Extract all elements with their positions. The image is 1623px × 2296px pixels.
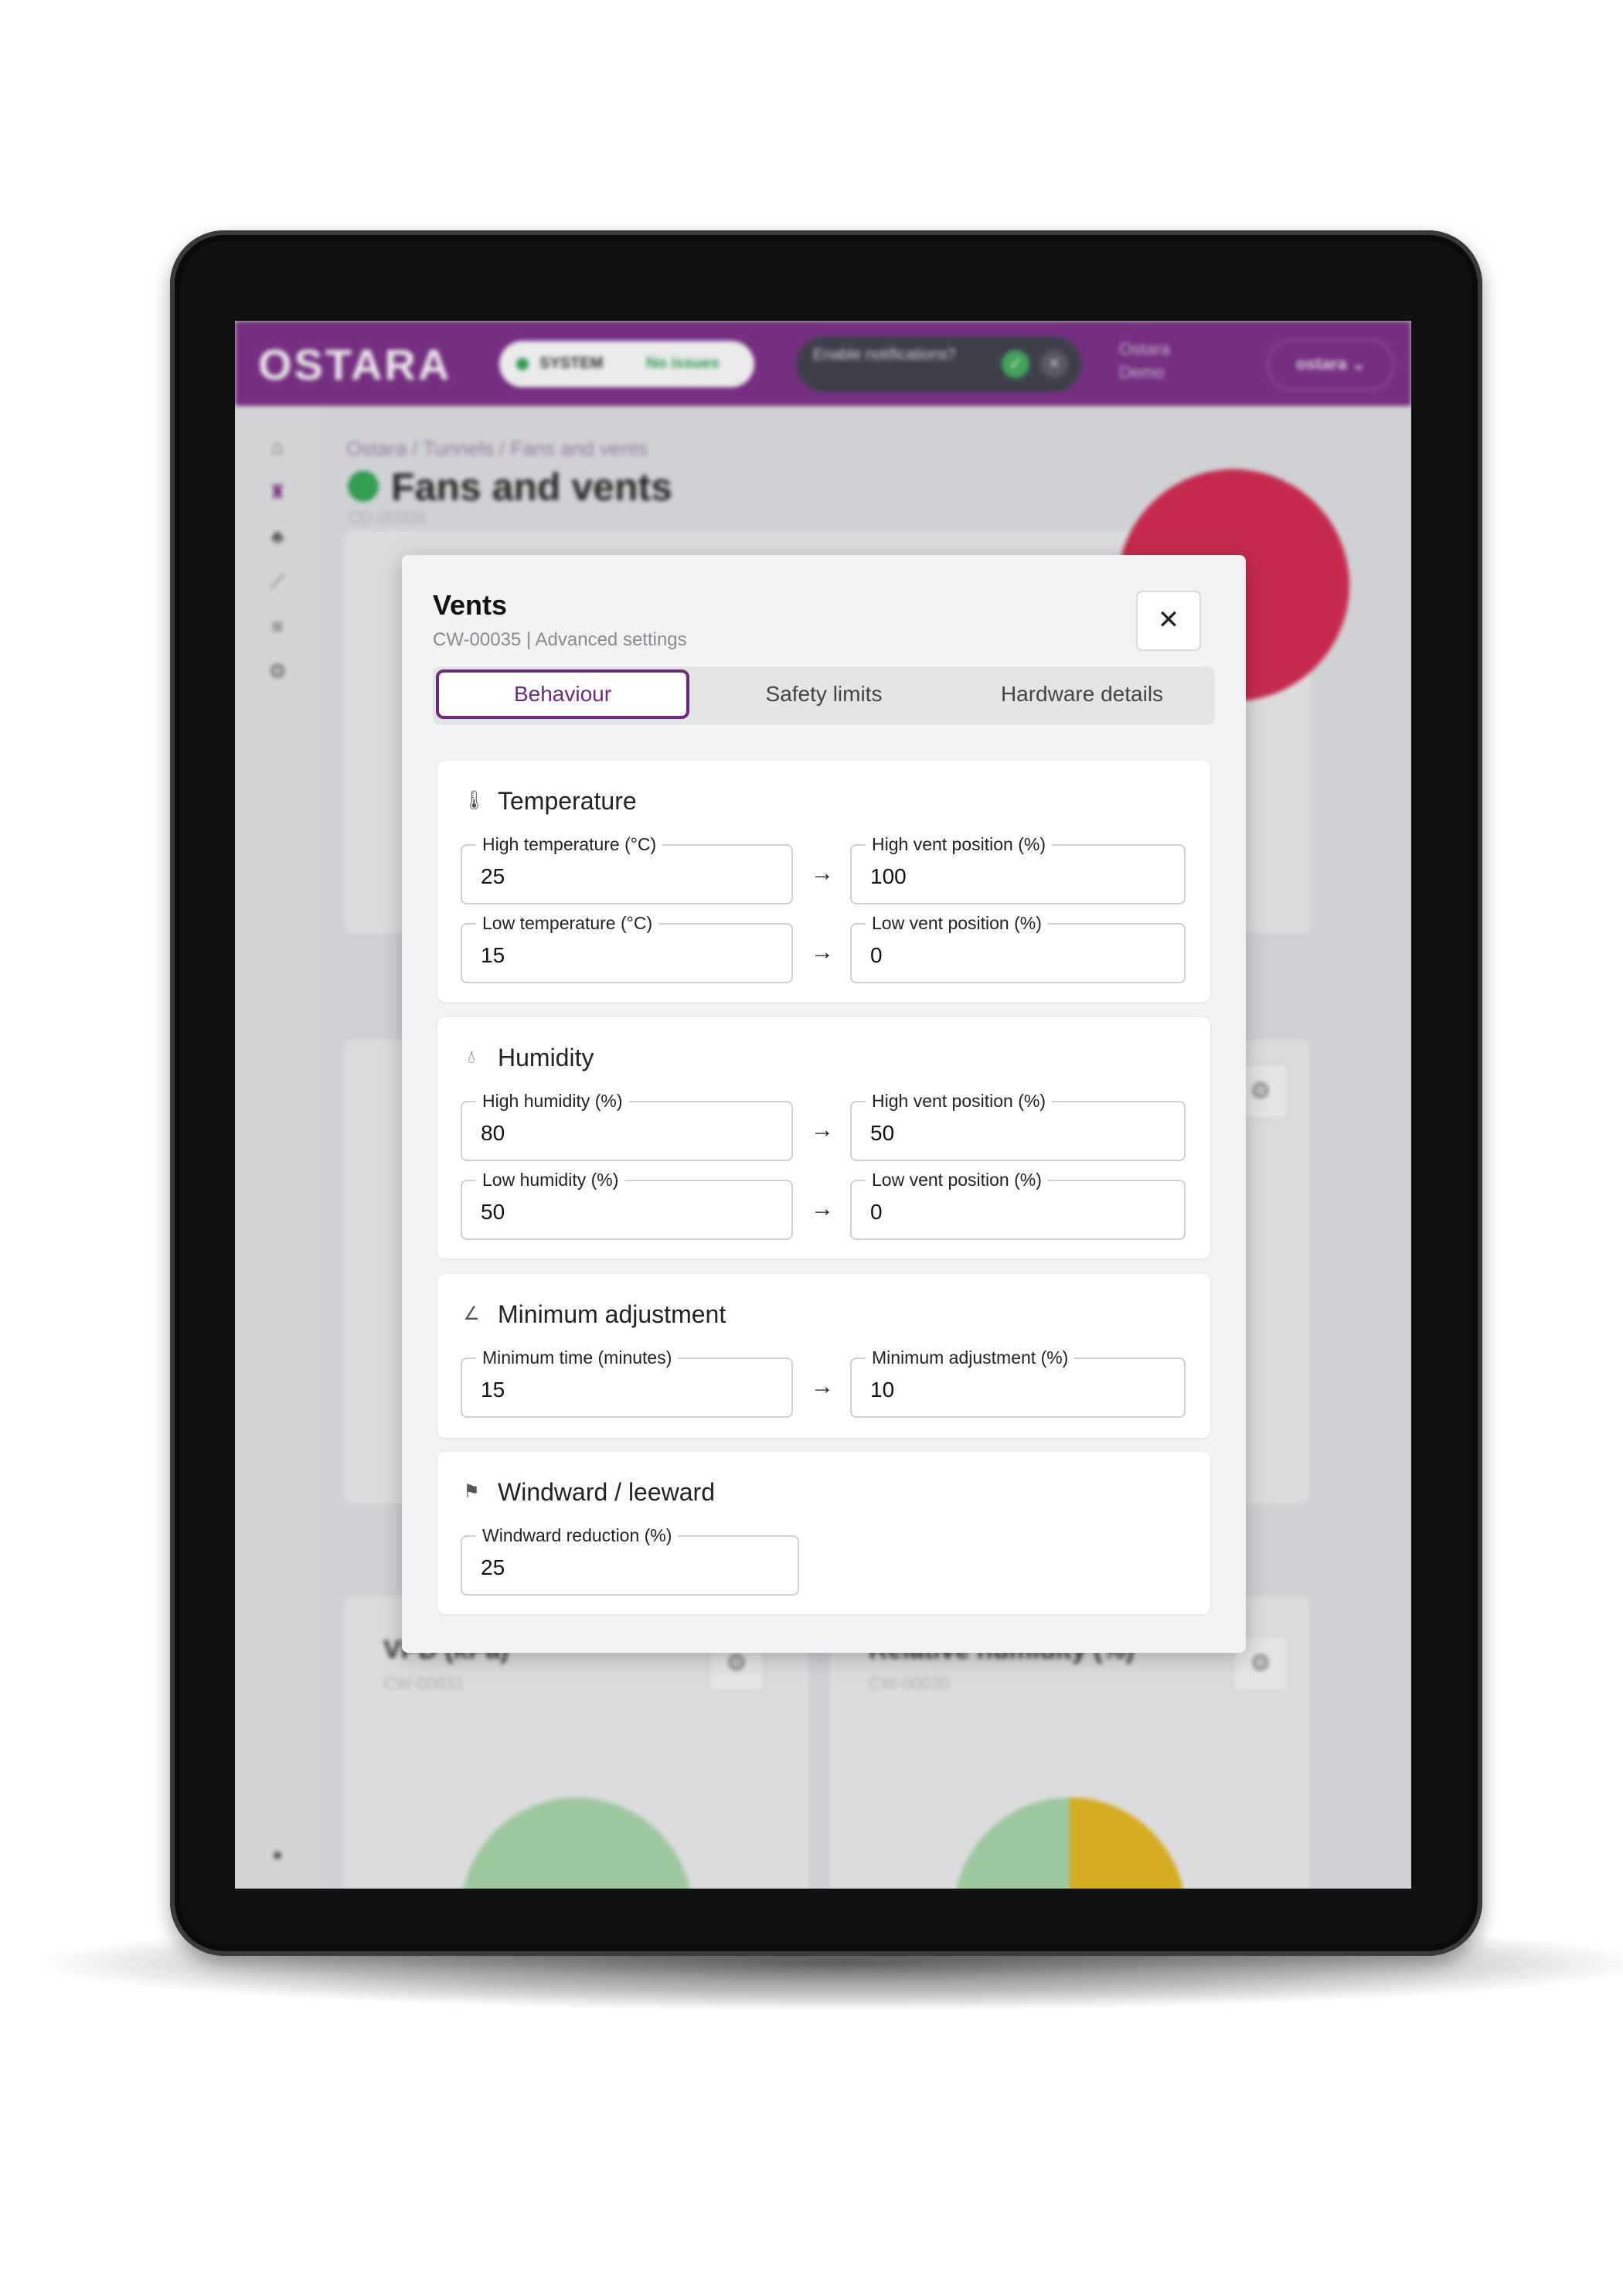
windsock-icon: ⚑ (463, 1481, 480, 1502)
windward-reduction-field[interactable]: Windward reduction (%) 25 (461, 1524, 799, 1596)
section-title: Minimum adjustment (498, 1300, 726, 1328)
section-title: Windward / leeward (498, 1478, 715, 1506)
droplet-icon: 💧︎ (468, 1047, 475, 1068)
field-label: High vent position (%) (866, 833, 1052, 855)
arrow-right-icon: → (811, 939, 834, 965)
field-label: Low temperature (°C) (476, 912, 659, 934)
field-value: 100 (870, 864, 907, 888)
tab-hardware-details[interactable]: Hardware details (955, 669, 1209, 719)
field-value: 15 (481, 1378, 505, 1402)
field-value: 50 (870, 1121, 895, 1145)
field-value: 50 (481, 1200, 505, 1224)
field-label: Windward reduction (%) (476, 1524, 679, 1546)
low-vent-position-field[interactable]: Low vent position (%) 0 (850, 912, 1186, 983)
arrow-right-icon: → (811, 1117, 834, 1143)
field-label: High vent position (%) (866, 1090, 1052, 1112)
field-label: High humidity (%) (476, 1090, 629, 1112)
field-label: Low vent position (%) (866, 1169, 1048, 1191)
dialog-title: Vents (433, 589, 508, 621)
thermometer-icon: 🌡︎ (462, 790, 486, 811)
arrow-right-icon: → (811, 1374, 834, 1399)
field-value: 15 (481, 943, 505, 967)
field-label: Low humidity (%) (476, 1169, 625, 1191)
high-temperature-field[interactable]: High temperature (°C) 25 (461, 833, 793, 904)
field-value: 0 (870, 943, 883, 967)
field-value: 25 (481, 1555, 505, 1579)
field-value: 0 (870, 1200, 883, 1224)
tab-safety-limits[interactable]: Safety limits (697, 669, 951, 719)
field-label: Low vent position (%) (866, 912, 1048, 934)
dialog-subtitle: CW-00035 | Advanced settings (433, 629, 687, 650)
settings-tabs: Behaviour Safety limits Hardware details (433, 666, 1215, 725)
low-vent-position-field[interactable]: Low vent position (%) 0 (850, 1169, 1186, 1240)
section-title: Humidity (498, 1044, 594, 1071)
windward-leeward-section: ⚑ Windward / leeward Windward reduction … (437, 1452, 1210, 1614)
low-humidity-field[interactable]: Low humidity (%) 50 (461, 1169, 793, 1240)
temperature-section: 🌡︎ Temperature High temperature (°C) 25 … (437, 761, 1210, 1002)
tab-behaviour[interactable]: Behaviour (436, 669, 689, 719)
close-icon: ✕ (1157, 605, 1180, 635)
field-value: 10 (870, 1378, 895, 1402)
field-label: High temperature (°C) (476, 833, 663, 855)
field-label: Minimum adjustment (%) (866, 1347, 1075, 1368)
high-humidity-field[interactable]: High humidity (%) 80 (461, 1090, 793, 1161)
minimum-adjustment-field[interactable]: Minimum adjustment (%) 10 (850, 1347, 1186, 1418)
arrow-right-icon: → (811, 860, 834, 886)
high-vent-position-field[interactable]: High vent position (%) 100 (850, 833, 1186, 904)
section-title: Temperature (498, 787, 637, 815)
humidity-section: 💧︎ Humidity High humidity (%) 80 → High … (437, 1017, 1210, 1259)
field-value: 80 (481, 1121, 505, 1145)
minimum-adjustment-section: ∠ Minimum adjustment Minimum time (minut… (437, 1274, 1210, 1438)
angle-icon: ∠ (463, 1303, 480, 1324)
arrow-right-icon: → (811, 1196, 834, 1221)
close-button[interactable]: ✕ (1136, 591, 1201, 651)
vents-settings-dialog: Vents CW-00035 | Advanced settings ✕ Beh… (402, 555, 1246, 1653)
field-value: 25 (481, 864, 505, 888)
low-temperature-field[interactable]: Low temperature (°C) 15 (461, 912, 793, 983)
high-vent-position-field[interactable]: High vent position (%) 50 (850, 1090, 1186, 1161)
minimum-time-field[interactable]: Minimum time (minutes) 15 (461, 1347, 793, 1418)
field-label: Minimum time (minutes) (476, 1347, 679, 1368)
